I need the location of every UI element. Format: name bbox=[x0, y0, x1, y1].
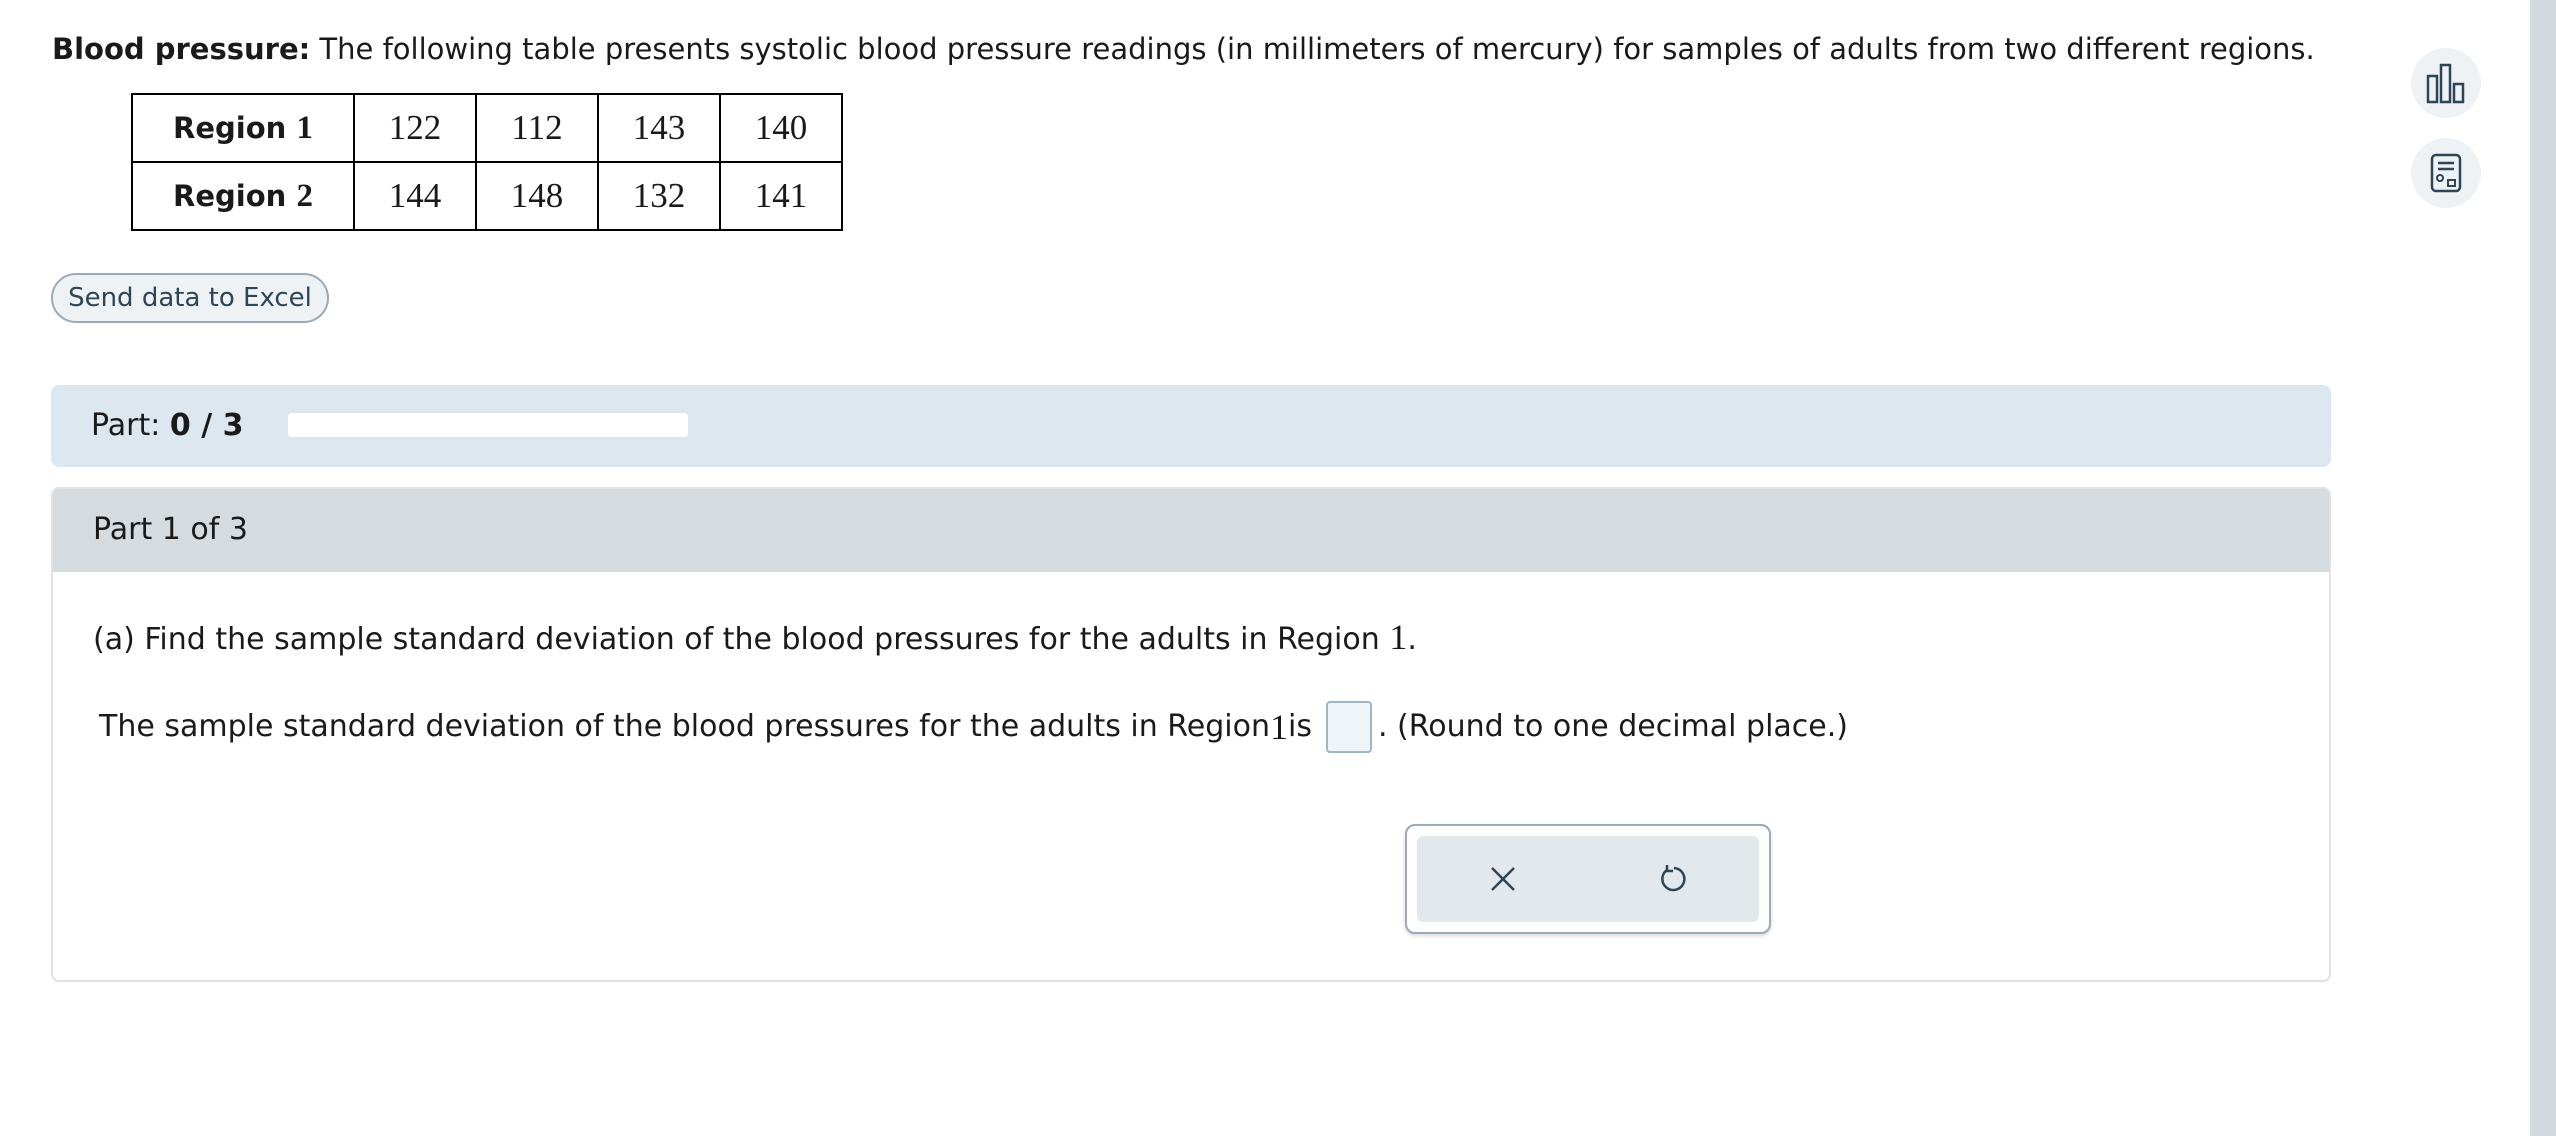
answer-input[interactable] bbox=[1325, 701, 1372, 753]
undo-icon bbox=[1660, 865, 1686, 892]
table-cell: 148 bbox=[475, 161, 599, 231]
progress-value: 0 / 3 bbox=[169, 408, 244, 443]
problem-statement: Blood pressure: The following table pres… bbox=[52, 28, 2382, 70]
chart-tool-button[interactable] bbox=[2411, 48, 2481, 118]
problem-text: The following table presents systolic bl… bbox=[310, 32, 2315, 66]
question-text: (a) Find the sample standard deviation o… bbox=[93, 617, 1417, 657]
close-icon bbox=[1490, 867, 1515, 891]
table-cell: 132 bbox=[597, 161, 721, 231]
table-cell: 140 bbox=[719, 93, 843, 163]
answer-actions-inner bbox=[1417, 836, 1759, 922]
data-table: Region 1 122 112 143 140 Region 2 144 14… bbox=[131, 93, 843, 231]
calculator-icon bbox=[2430, 153, 2462, 193]
answer-line: The sample standard deviation of the blo… bbox=[99, 697, 1848, 757]
scrollbar[interactable] bbox=[2530, 0, 2556, 1136]
progress-bar bbox=[288, 413, 688, 437]
part-card: Part 1 of 3 (a) Find the sample standard… bbox=[51, 487, 2331, 982]
row-header: Region 2 bbox=[131, 161, 355, 231]
table-cell: 112 bbox=[475, 93, 599, 163]
progress-panel: Part: 0 / 3 bbox=[51, 385, 2331, 467]
table-cell: 143 bbox=[597, 93, 721, 163]
send-to-excel-button[interactable]: Send data to Excel bbox=[51, 273, 329, 323]
calculator-tool-button[interactable] bbox=[2411, 138, 2481, 208]
part-title: Part 1 of 3 bbox=[93, 512, 248, 547]
table-cell: 141 bbox=[719, 161, 843, 231]
table-cell: 122 bbox=[353, 93, 477, 163]
table-row: Region 1 122 112 143 140 bbox=[131, 93, 843, 163]
part-header: Part 1 of 3 bbox=[53, 489, 2329, 572]
undo-button[interactable] bbox=[1588, 836, 1759, 922]
table-row: Region 2 144 148 132 141 bbox=[131, 161, 843, 231]
chart-icon bbox=[2426, 63, 2465, 104]
clear-button[interactable] bbox=[1417, 836, 1588, 922]
progress-label: Part: 0 / 3 bbox=[91, 408, 244, 443]
answer-actions bbox=[1405, 824, 1771, 934]
row-header: Region 1 bbox=[131, 93, 355, 163]
table-cell: 144 bbox=[353, 161, 477, 231]
problem-label: Blood pressure: bbox=[52, 32, 311, 66]
